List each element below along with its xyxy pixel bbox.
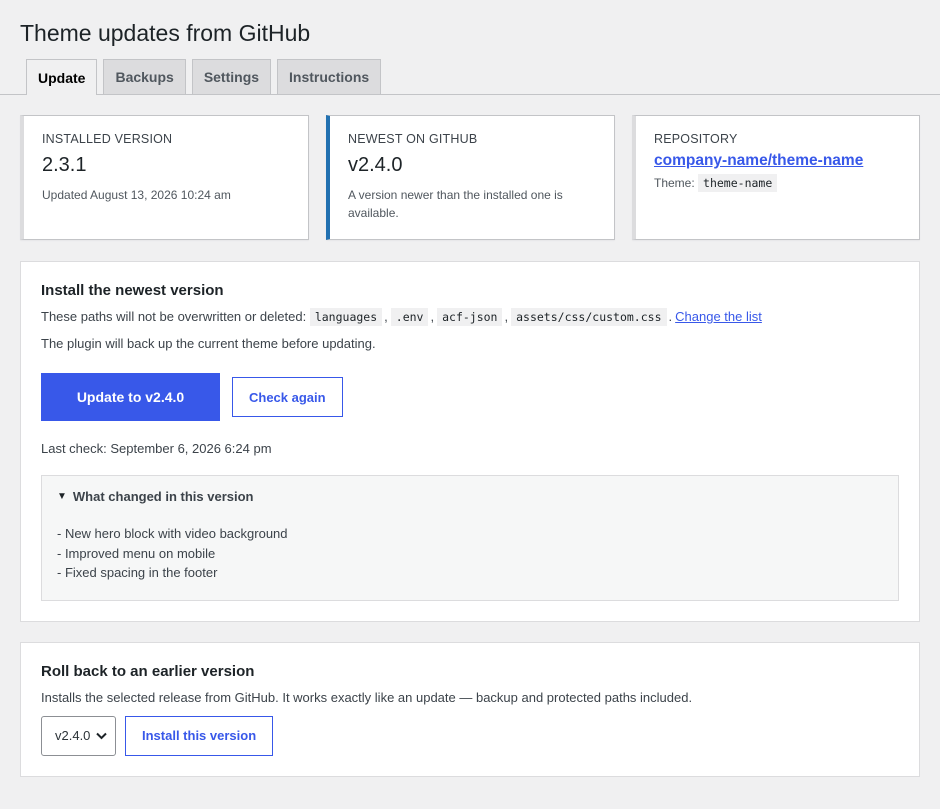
- rollback-description: Installs the selected release from GitHu…: [41, 689, 693, 705]
- tab-bar: Update Backups Settings Instructions: [0, 59, 940, 95]
- triangle-down-icon: ▼: [57, 491, 67, 502]
- installed-version-note: Updated August 13, 2026 10:24 am: [42, 188, 231, 202]
- changelog-item: - Fixed spacing in the footer: [57, 565, 218, 580]
- chevron-down-icon: [96, 729, 108, 743]
- tab-settings[interactable]: Settings: [191, 59, 272, 94]
- tab-instructions[interactable]: Instructions: [277, 59, 382, 94]
- newest-version-note: A version newer than the installed one i…: [348, 188, 563, 220]
- changelog-item: - New hero block with video background: [57, 526, 288, 541]
- newest-version-card: NEWEST ON GITHUB v2.4.0 A version newer …: [326, 115, 615, 240]
- changelog-list: - New hero block with video background -…: [57, 524, 883, 583]
- newest-version-value: v2.4.0: [348, 154, 403, 176]
- rollback-panel: Roll back to an earlier version Installs…: [20, 641, 920, 777]
- version-select-value: v2.4.0: [55, 728, 91, 743]
- changelog-summary-label: What changed in this version: [72, 489, 254, 504]
- tab-backups[interactable]: Backups: [103, 59, 186, 94]
- version-select[interactable]: v2.4.0: [41, 715, 116, 756]
- installed-version-value: 2.3.1: [42, 154, 87, 176]
- changelog-summary[interactable]: ▼ What changed in this version: [57, 489, 883, 504]
- rollback-heading: Roll back to an earlier version: [41, 662, 255, 680]
- backup-note: The plugin will back up the current them…: [41, 336, 376, 351]
- installed-version-card: INSTALLED VERSION 2.3.1 Updated August 1…: [20, 115, 309, 240]
- tab-update[interactable]: Update: [26, 59, 98, 95]
- protected-paths: These paths will not be overwritten or d…: [41, 308, 762, 326]
- installed-version-label: INSTALLED VERSION: [42, 132, 173, 146]
- repository-label: REPOSITORY: [654, 132, 738, 146]
- changelog-item: - Improved menu on mobile: [57, 545, 216, 561]
- theme-slug: theme-name: [698, 174, 778, 192]
- theme-label: Theme:: [654, 176, 695, 190]
- rollback-actions: v2.4.0 Install this version: [41, 715, 899, 756]
- repository-card: REPOSITORY company-name/theme-name Theme…: [632, 115, 920, 240]
- install-version-button[interactable]: Install this version: [125, 715, 274, 756]
- path-acf-json: acf-json: [437, 308, 503, 326]
- protected-paths-text: These paths will not be overwritten or d…: [41, 309, 307, 324]
- page-wrap: Theme updates from GitHub Update Backups…: [0, 0, 940, 777]
- page-title: Theme updates from GitHub: [20, 20, 311, 46]
- status-cards: INSTALLED VERSION 2.3.1 Updated August 1…: [20, 115, 920, 240]
- repository-theme: Theme: theme-name: [654, 174, 901, 192]
- install-panel: Install the newest version These paths w…: [20, 261, 920, 622]
- path-env: .env: [390, 308, 429, 326]
- newest-version-label: NEWEST ON GITHUB: [348, 132, 478, 146]
- check-again-button[interactable]: Check again: [232, 377, 343, 417]
- change-list-link[interactable]: Change the list: [675, 309, 762, 324]
- repository-link[interactable]: company-name/theme-name: [654, 152, 863, 170]
- changelog-details: ▼ What changed in this version - New her…: [41, 475, 899, 601]
- install-heading: Install the newest version: [41, 282, 224, 299]
- path-custom-css: assets/css/custom.css: [511, 308, 667, 326]
- path-languages: languages: [309, 308, 383, 326]
- update-button[interactable]: Update to v2.4.0: [41, 373, 220, 421]
- last-check: Last check: September 6, 2026 6:24 pm: [41, 441, 272, 456]
- install-actions: Update to v2.4.0 Check again: [41, 373, 899, 421]
